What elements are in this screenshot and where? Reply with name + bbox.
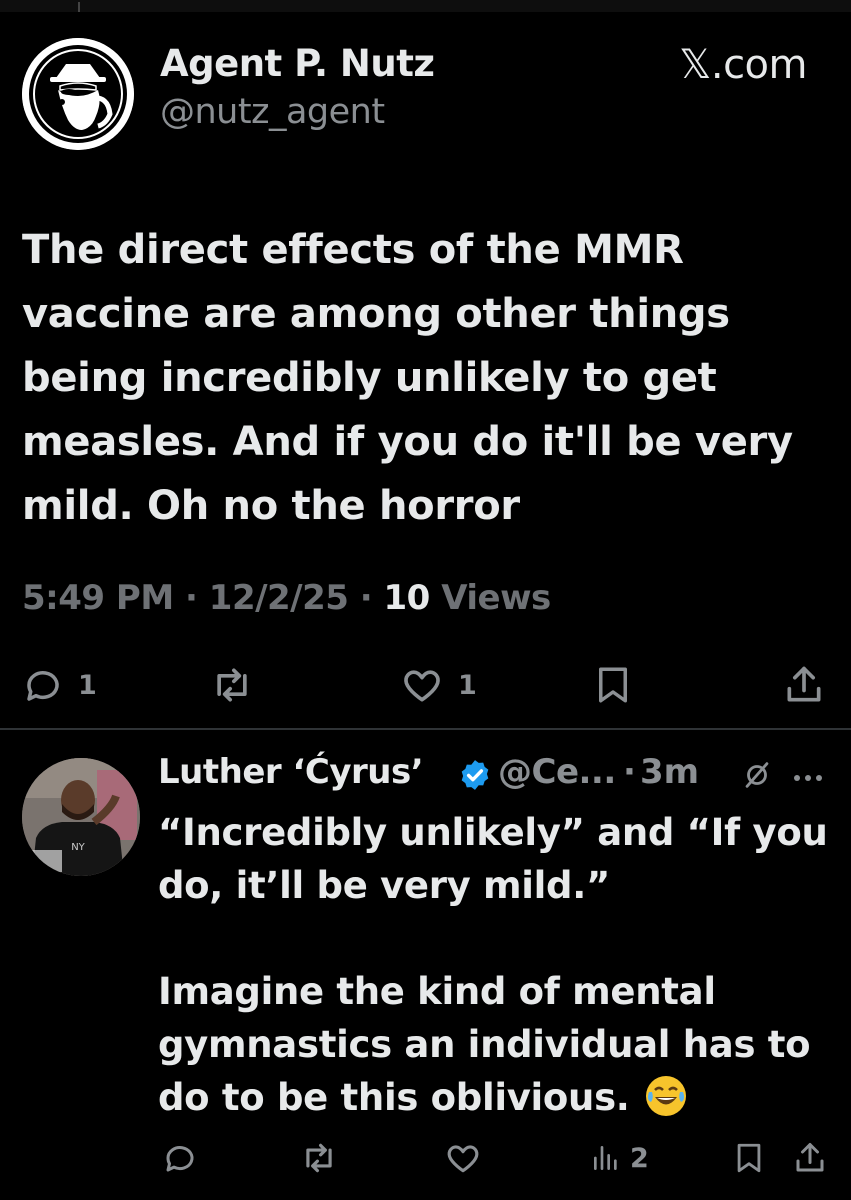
bookmark-icon (599, 667, 627, 703)
grok-icon[interactable] (740, 758, 774, 796)
reply-like-button[interactable] (444, 1136, 482, 1180)
views-label: Views (441, 578, 551, 618)
reply-author-handle[interactable]: @Ce... (498, 752, 616, 792)
reply-text-line-1: “Incredibly unlikely” and “If you do, it… (158, 811, 828, 907)
tweet-text: The direct effects of the MMR vaccine ar… (22, 227, 793, 529)
reply-bookmark-button[interactable] (732, 1136, 766, 1180)
reply-icon (27, 671, 59, 701)
reply-count: 1 (78, 669, 97, 701)
divider (0, 728, 851, 730)
author-handle[interactable]: @nutz_agent (160, 92, 385, 132)
reply-text-paragraph-2: Imagine the kind of mental gymnastics an… (158, 965, 838, 1124)
reply-separator: · (623, 752, 636, 792)
heart-icon (447, 1145, 479, 1173)
like-button[interactable]: 1 (400, 660, 477, 710)
site-label: 𝕏.com (679, 42, 807, 88)
reply-reply-button[interactable] (162, 1136, 198, 1180)
tweet-actions: 1 1 (0, 660, 851, 710)
author-avatar[interactable] (22, 38, 134, 150)
reply-author-name[interactable]: Luther ‘Ćyrus’ (158, 752, 424, 792)
more-options-icon[interactable] (793, 768, 823, 787)
status-dot (78, 2, 80, 12)
reply-header: Luther ‘Ćyrus’ @Ce... · 3m (158, 752, 838, 798)
views-icon (594, 1146, 617, 1170)
reply-text: “Incredibly unlikely” and “If you do, it… (158, 806, 838, 1124)
share-button[interactable] (782, 660, 826, 710)
like-count: 1 (458, 669, 477, 701)
agent-logo-icon (22, 38, 134, 150)
svg-text:NY: NY (71, 842, 85, 853)
heart-icon (404, 670, 440, 702)
reply-text-line-2: Imagine the kind of mental gymnastics an… (158, 970, 811, 1119)
repost-icon (306, 1143, 332, 1173)
top-status-strip (0, 0, 851, 12)
reply-button[interactable]: 1 (22, 660, 97, 710)
repost-button[interactable] (210, 660, 254, 710)
bookmark-button[interactable] (592, 660, 634, 710)
reply-icon (166, 1146, 194, 1172)
bookmark-icon (737, 1143, 761, 1173)
reply-author-avatar[interactable]: NY (22, 758, 140, 876)
author-name[interactable]: Agent P. Nutz (160, 42, 435, 85)
reply-time[interactable]: 3m (640, 752, 699, 792)
avatar-photo: NY (22, 758, 140, 876)
reply-views-count: 2 (630, 1142, 649, 1174)
reply-repost-button[interactable] (300, 1136, 338, 1180)
reply-views-button[interactable]: 2 (590, 1136, 649, 1180)
meta-separator: · (185, 578, 198, 618)
laughing-crying-emoji-icon (646, 1076, 687, 1116)
meta-separator: · (359, 578, 373, 618)
reply-actions: 2 (0, 1136, 851, 1180)
reply-share-button[interactable] (792, 1136, 828, 1180)
share-icon (787, 666, 821, 702)
repost-icon (217, 668, 247, 702)
views-count: 10 (383, 578, 431, 618)
verified-badge-icon (458, 758, 492, 796)
tweet-date: 12/2/25 (208, 578, 349, 618)
share-icon (796, 1143, 824, 1172)
tweet-meta: 5:49 PM · 12/2/25 · 10 Views (22, 578, 551, 618)
tweet-time: 5:49 PM (22, 578, 174, 618)
